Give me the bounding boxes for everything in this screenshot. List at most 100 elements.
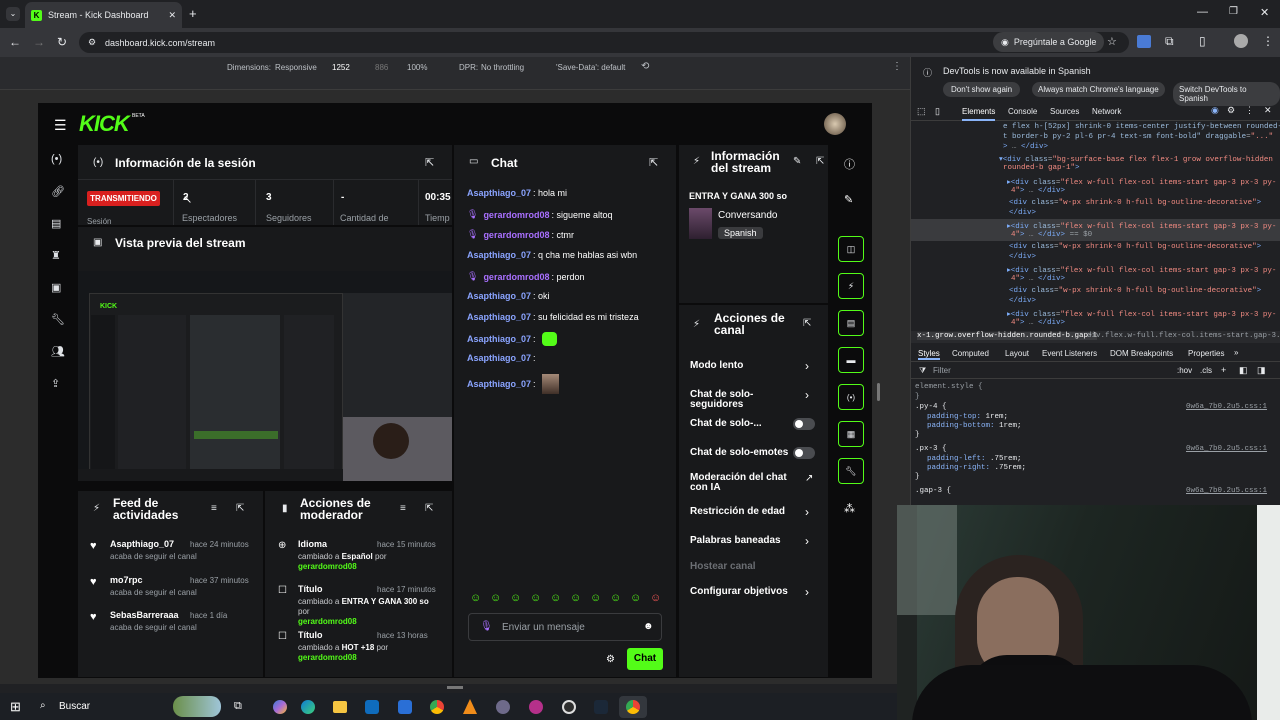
css-source-link[interactable]: 0w6a_7b0.2u5.css:1 (1186, 403, 1267, 411)
vlc-icon[interactable] (463, 699, 477, 714)
copilot-icon[interactable] (273, 700, 287, 714)
edge-icon[interactable] (301, 700, 315, 714)
info-icon[interactable]: ⓘ (844, 156, 855, 172)
resize-handle-right[interactable] (877, 383, 880, 401)
rail-button-notes[interactable]: ▤ (838, 310, 864, 336)
mod-action-user[interactable]: gerardomrod08 (298, 562, 357, 571)
channel-action-label[interactable]: Chat de solo-seguidores (690, 390, 798, 410)
popout-icon[interactable]: ⇱ (425, 156, 434, 169)
mod-action-user[interactable]: gerardomrod08 (298, 617, 357, 626)
css-source-link[interactable]: 0w6a_7b0.2u5.css:1 (1186, 487, 1267, 495)
chart-sidebar-icon[interactable]: ▤ (51, 217, 65, 231)
add-rule-icon[interactable]: + (1221, 365, 1226, 375)
more-tabs-icon[interactable]: » (1234, 348, 1238, 357)
users-sidebar-icon[interactable]: 👥︎ (51, 345, 65, 359)
toggle-switch[interactable] (793, 447, 815, 459)
devtools-menu-icon[interactable]: ⋮ (1245, 105, 1254, 116)
windows-start-icon[interactable]: ⊞ (10, 699, 21, 715)
settings-gear-icon[interactable]: ⚙ (1227, 105, 1235, 116)
link-sidebar-icon[interactable]: 🔗︎ (51, 185, 65, 199)
stream-sidebar-icon[interactable]: (•) (51, 153, 65, 167)
device-toggle-icon[interactable]: ▯ (935, 106, 940, 117)
rotate-icon[interactable]: ⟲ (641, 61, 649, 72)
hamburger-menu-icon[interactable]: ☰ (54, 117, 67, 134)
css-selector[interactable]: .py-4 { (915, 403, 947, 411)
emote-icon[interactable]: ☺ (650, 592, 661, 604)
wrench-sidebar-icon[interactable]: 🔧︎ (51, 313, 65, 327)
close-devtools-icon[interactable]: ✕ (1264, 105, 1272, 116)
width-input[interactable]: 1252 (332, 63, 350, 72)
tab-layout[interactable]: Layout (1005, 349, 1029, 358)
rail-button-chat[interactable]: ▬ (838, 347, 864, 373)
cls-toggle[interactable]: .cls (1200, 366, 1212, 375)
steam-icon[interactable] (594, 700, 608, 714)
breadcrumb-item[interactable]: x-1.grow.overflow-hidden.rounded-b.gap-1 (917, 332, 1098, 340)
styles-filter-input[interactable]: Filter (933, 366, 951, 375)
responsive-select[interactable]: Responsive (275, 63, 317, 72)
emote-icon[interactable]: ☺ (510, 592, 521, 604)
extension-icon[interactable] (1137, 35, 1151, 48)
edit-pencil-icon[interactable]: ✎ (793, 156, 801, 167)
dont-show-again-button[interactable]: Don't show again (943, 82, 1021, 97)
zoom-select[interactable]: 100% (407, 63, 427, 72)
rail-button-broadcast[interactable]: (•) (838, 384, 864, 410)
tab-network[interactable]: Network (1092, 107, 1121, 116)
channel-action-label[interactable]: Restricción de edad (690, 507, 798, 517)
app-icon[interactable] (496, 700, 510, 714)
mod-action-user[interactable]: gerardomrod08 (298, 653, 357, 662)
trophy-sidebar-icon[interactable]: ♜ (51, 249, 65, 263)
chevron-right-icon[interactable]: › (805, 505, 809, 519)
chat-input[interactable]: 🎙︎ Enviar un mensaje ☻ (468, 613, 662, 641)
chat-username[interactable]: gerardomrod08 (483, 230, 549, 240)
taskbar-search[interactable]: Buscar (59, 701, 90, 712)
emote-icon[interactable]: ☺ (490, 592, 501, 604)
chat-settings-gear-icon[interactable]: ⚙ (606, 654, 615, 665)
reload-icon[interactable]: ↻ (57, 35, 67, 49)
kick-logo[interactable]: KICK (79, 111, 130, 137)
obs-icon[interactable] (562, 700, 576, 714)
store-icon[interactable] (398, 700, 412, 714)
search-icon[interactable]: ⌕ (40, 700, 46, 711)
emote-icon[interactable]: ☺ (630, 592, 641, 604)
css-property[interactable]: padding-left: .75rem; (927, 455, 1022, 463)
tab-styles[interactable]: Styles (918, 349, 940, 360)
dom-tree[interactable]: e flex h-[52px] shrink-0 items-center ju… (911, 121, 1280, 331)
extensions-puzzle-icon[interactable]: ⧉ (1165, 34, 1174, 49)
emote-icon[interactable]: ☺ (570, 592, 581, 604)
styles-pane[interactable]: element.style { } .py-4 {0w6a_7b0.2u5.cs… (911, 379, 1280, 505)
chat-popout-icon[interactable]: ⇱ (649, 156, 658, 169)
actions-popout-icon[interactable]: ⇱ (803, 318, 811, 329)
filter-icon[interactable]: ≡ (211, 503, 217, 514)
css-selector[interactable]: .gap-3 { (915, 487, 951, 495)
hov-toggle[interactable]: :hov (1177, 366, 1192, 375)
computed-toggle-icon[interactable]: ◧ (1239, 365, 1248, 376)
channel-action-label[interactable]: Modo lento (690, 361, 798, 371)
chat-username[interactable]: Asapthiago_07 (467, 379, 531, 389)
ai-assist-icon[interactable]: ◉ (1211, 105, 1219, 116)
stream-preview-video[interactable]: KICK (78, 271, 452, 481)
channel-action-label[interactable]: Configurar objetivos (690, 587, 798, 597)
toggle-switch[interactable] (793, 418, 815, 430)
chevron-right-icon[interactable]: › (805, 359, 809, 373)
chevron-right-icon[interactable]: › (805, 534, 809, 548)
rail-button-clip[interactable]: ◫ (838, 236, 864, 262)
side-panel-icon[interactable]: ▯ (1199, 34, 1206, 48)
tab-dom-breakpoints[interactable]: DOM Breakpoints (1110, 349, 1173, 358)
tab-elements[interactable]: Elements (962, 107, 996, 121)
tab-computed[interactable]: Computed (952, 349, 989, 358)
mod-filter-icon[interactable]: ≡ (400, 503, 406, 514)
chat-username[interactable]: Asapthiago_07 (467, 353, 531, 363)
feed-username[interactable]: SebasBarreraaa (110, 610, 179, 620)
emote-icon[interactable]: ☺ (530, 592, 541, 604)
external-link-icon[interactable]: ↗ (805, 473, 813, 484)
browser-tab[interactable]: K Stream - Kick Dashboard ✕ (25, 2, 182, 28)
chat-username[interactable]: Asapthiago_07 (467, 291, 531, 301)
pencil-rail-icon[interactable]: ✎ (844, 193, 853, 206)
throttle-select[interactable]: No throttling (481, 63, 524, 72)
forward-arrow-icon[interactable]: → (33, 35, 45, 49)
emote-icon[interactable]: ☺ (610, 592, 621, 604)
tab-console[interactable]: Console (1008, 107, 1037, 116)
chrome-active-icon[interactable] (626, 700, 640, 714)
mod-popout-icon[interactable]: ⇱ (425, 503, 433, 514)
rail-button-layout[interactable]: ▦ (838, 421, 864, 447)
